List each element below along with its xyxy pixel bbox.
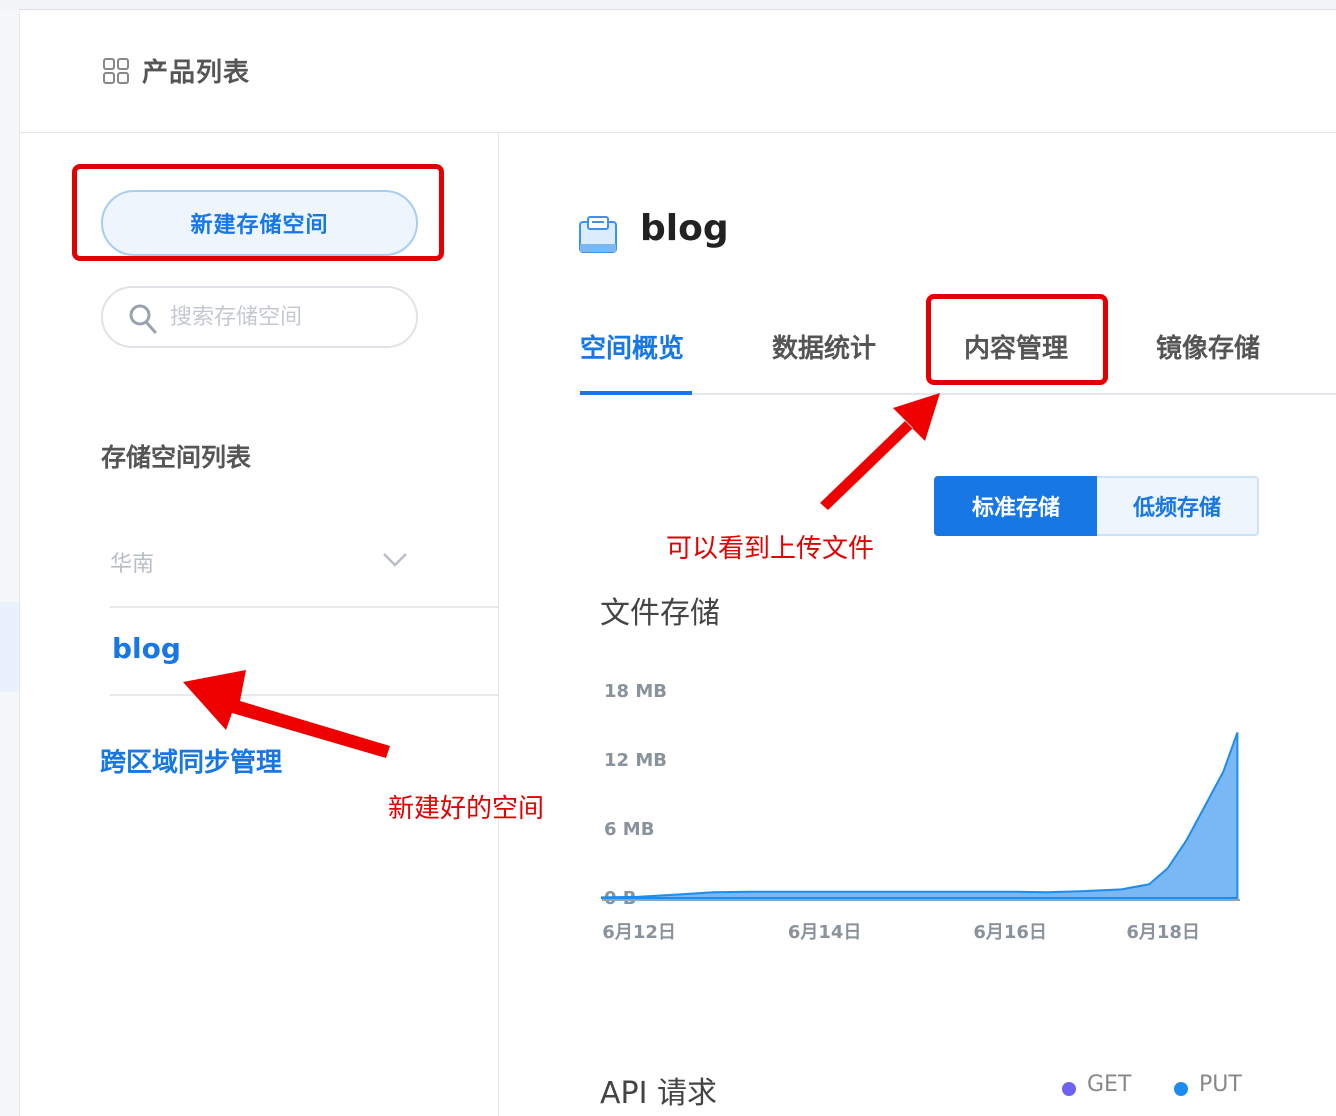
annotation-content-note: 可以看到上传文件 xyxy=(666,534,875,564)
x-tick-label: 6月18日 xyxy=(1126,922,1200,943)
x-tick-label: 6月12日 xyxy=(602,922,676,943)
left-rail-active-indicator xyxy=(0,602,19,692)
region-selector[interactable] xyxy=(110,540,498,608)
bucket-list-title: 存储空间列表 xyxy=(101,443,252,472)
y-tick-label: 6 MB xyxy=(604,819,654,840)
file-storage-title: 文件存储 xyxy=(600,596,720,631)
legend-put-label[interactable]: PUT xyxy=(1199,1072,1242,1097)
annotation-arrow-to-content-tab xyxy=(820,393,940,510)
standard-storage-toggle[interactable]: 标准存储 xyxy=(934,476,1098,536)
storage-area-fill xyxy=(601,732,1239,899)
annotation-highlight-new-bucket xyxy=(72,164,444,261)
product-list-title[interactable]: 产品列表 xyxy=(142,52,250,89)
bucket-item-label[interactable]: blog xyxy=(112,632,181,665)
legend-put-dot xyxy=(1174,1082,1188,1096)
window-top-strip xyxy=(0,0,1336,10)
bucket-title: blog xyxy=(640,208,729,249)
search-bucket-input[interactable] xyxy=(170,300,400,334)
annotation-new-bucket-note: 新建好的空间 xyxy=(388,794,545,824)
tabs-baseline xyxy=(580,393,1336,395)
active-tab-indicator xyxy=(580,391,692,395)
search-icon xyxy=(129,304,157,334)
sidebar-divider xyxy=(498,133,499,1116)
legend-get-dot xyxy=(1062,1082,1076,1096)
tab-data-statistics[interactable]: 数据统计 xyxy=(772,328,876,365)
annotation-highlight-content-tab xyxy=(926,294,1108,385)
file-storage-chart: 0 B6 MB12 MB18 MB 6月12日 6月14日 6月16日 6月18日 xyxy=(601,681,1240,943)
tab-space-overview[interactable]: 空间概览 xyxy=(580,328,684,365)
tab-mirror-storage[interactable]: 镜像存储 xyxy=(1156,328,1260,365)
y-tick-label: 18 MB xyxy=(604,681,667,702)
infrequent-storage-toggle[interactable]: 低频存储 xyxy=(1097,476,1259,536)
chevron-down-icon[interactable] xyxy=(382,552,408,568)
left-rail xyxy=(0,9,20,1116)
legend-get-label[interactable]: GET xyxy=(1087,1072,1131,1097)
grid-icon[interactable] xyxy=(103,58,129,84)
y-tick-label: 12 MB xyxy=(604,750,667,771)
cross-region-sync-link[interactable]: 跨区域同步管理 xyxy=(100,742,282,779)
x-tick-label: 6月14日 xyxy=(788,922,862,943)
api-requests-title: API 请求 xyxy=(600,1076,717,1111)
bucket-folder-icon xyxy=(579,216,617,253)
region-label: 华南 xyxy=(110,552,155,577)
x-tick-label: 6月16日 xyxy=(973,922,1047,943)
